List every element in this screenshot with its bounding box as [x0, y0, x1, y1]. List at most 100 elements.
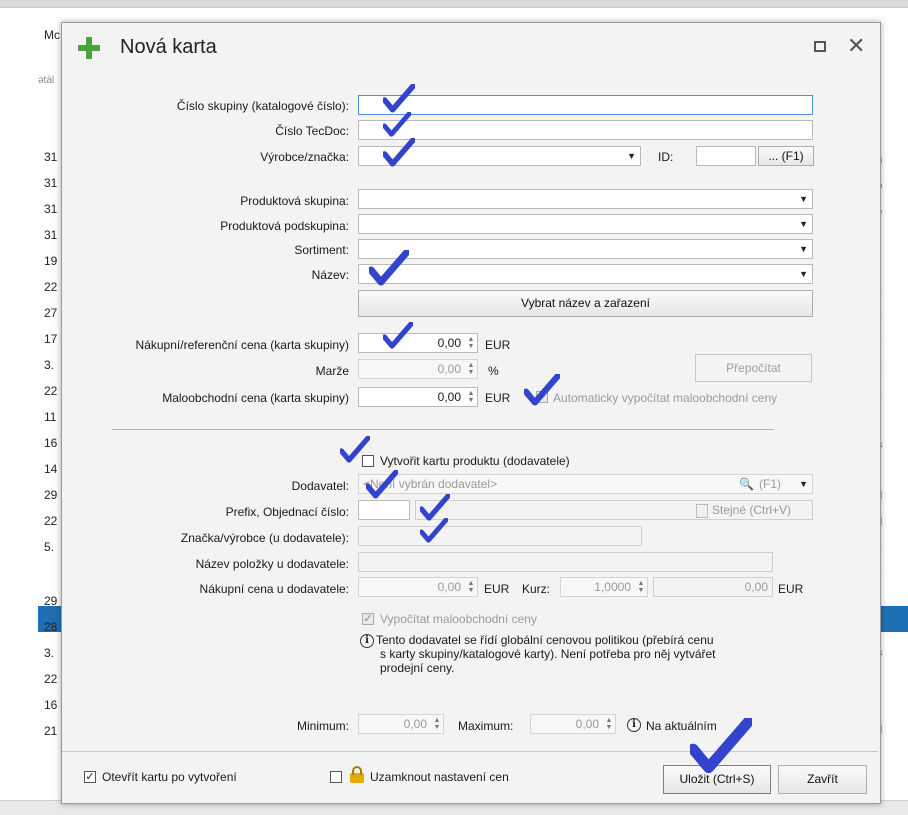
sortiment-label: Sortiment: [294, 243, 349, 257]
prefix-input[interactable] [358, 500, 410, 520]
uzamknout-label: Uzamknout nastavení cen [370, 770, 509, 784]
marze-value: 0,00 [437, 362, 461, 376]
background-cell: 29 [44, 594, 58, 608]
sortiment-combo[interactable]: ▼ [358, 239, 813, 259]
maloobchodni-cena-unit: EUR [485, 391, 511, 405]
search-icon[interactable]: 🔍 [739, 475, 754, 493]
app-top-bar [0, 0, 908, 8]
minimum-label: Minimum: [296, 719, 349, 733]
maximize-icon[interactable] [814, 41, 826, 52]
checkmark-annotation-icon [383, 112, 411, 137]
chevron-down-icon[interactable]: ▼ [799, 215, 808, 233]
spinner-icon[interactable]: ▲ ▼ [467, 336, 475, 350]
nazev-polozky-input[interactable] [358, 552, 773, 572]
uzamknout-checkbox[interactable] [330, 771, 342, 783]
marze-input[interactable]: 0,00 ▲ ▼ [358, 359, 478, 379]
nakupni-cena-unit: EUR [485, 338, 511, 352]
maximum-label: Maximum: [458, 719, 514, 733]
background-cell: 31 [44, 150, 58, 164]
checkmark-annotation-icon [366, 470, 398, 499]
checkmark-annotation-icon [524, 374, 560, 406]
background-cell: 28 [44, 620, 58, 634]
cislo-skupiny-label: Číslo skupiny (katalogové číslo): [176, 99, 349, 113]
kurz-label: Kurz: [522, 582, 551, 596]
checkmark-annotation-icon [340, 436, 370, 463]
spinner-icon[interactable]: ▲ ▼ [637, 580, 645, 594]
info-icon: i [627, 718, 641, 732]
background-cell: ətál [38, 75, 55, 86]
otevrit-kartu-checkbox[interactable]: ✓ [84, 771, 96, 783]
info-line-2: s karty skupiny/katalogové karty). Není … [380, 647, 716, 661]
znacka-dodavatele-input[interactable] [358, 526, 642, 546]
chevron-down-icon[interactable]: ▼ [799, 190, 808, 208]
produktova-skupina-combo[interactable]: ▼ [358, 189, 813, 209]
checkmark-annotation-icon [420, 518, 448, 543]
checkmark-annotation-icon [383, 138, 415, 167]
background-cell: 16 [44, 698, 58, 712]
background-cell: 27 [44, 568, 58, 582]
produktova-podskupina-combo[interactable]: ▼ [358, 214, 813, 234]
background-cell: 3. [44, 358, 55, 372]
objednaci-cislo-input[interactable]: Stejné (Ctrl+V) [415, 500, 813, 520]
background-cell: 22 [44, 514, 58, 528]
nazev-combo[interactable]: ▼ [358, 264, 813, 284]
spinner-icon[interactable]: ▲ ▼ [605, 717, 613, 731]
dialog-title: Nová karta [120, 36, 217, 58]
id-input[interactable] [696, 146, 756, 166]
stejne-button[interactable]: Stejné (Ctrl+V) [712, 501, 791, 519]
nazev-label: Název: [311, 268, 349, 282]
close-icon[interactable]: ✕ [847, 33, 865, 59]
spinner-icon[interactable]: ▲ ▼ [467, 580, 475, 594]
spinner-icon[interactable]: ▲ ▼ [467, 362, 475, 376]
checkmark-annotation-icon [383, 84, 415, 113]
maximum-input[interactable]: 0,00 ▲ ▼ [530, 714, 616, 734]
background-cell: 22 [44, 384, 58, 398]
background-cell: 21 [44, 724, 58, 738]
produktova-podskupina-label: Produktová podskupina: [220, 219, 349, 233]
new-card-dialog: Nová karta ✕ Číslo skupiny (katalogové č… [61, 22, 881, 804]
id-lookup-button[interactable]: ... (F1) [758, 146, 814, 166]
spinner-icon[interactable]: ▲ ▼ [433, 717, 441, 731]
nakupni-cena-dodavatele-value: 0,00 [437, 580, 461, 594]
maloobchodni-cena-value: 0,00 [437, 390, 461, 404]
vybrat-nazev-button[interactable]: Vybrat název a zařazení [358, 290, 813, 317]
spinner-icon[interactable]: ▲ ▼ [467, 390, 475, 404]
cislo-tecdoc-label: Číslo TecDoc: [275, 124, 349, 138]
nakupni-cena-dodavatele-input[interactable]: 0,00 ▲ ▼ [358, 577, 478, 597]
cislo-skupiny-input[interactable] [358, 95, 813, 115]
nakupni-cena-input[interactable]: 0,00 ▲ ▼ [358, 333, 478, 353]
maximum-value: 0,00 [575, 717, 599, 731]
chevron-down-icon[interactable]: ▼ [799, 475, 808, 493]
marze-unit: % [488, 364, 499, 378]
kurz-input[interactable]: 1,0000 ▲ ▼ [560, 577, 648, 597]
checkmark-annotation-icon [383, 322, 413, 349]
produktova-skupina-label: Produktová skupina: [240, 194, 349, 208]
minimum-input[interactable]: 0,00 ▲ ▼ [358, 714, 444, 734]
background-cell: 3. [44, 646, 55, 660]
background-cell: 14 [44, 462, 58, 476]
checkmark-annotation-icon [369, 250, 409, 286]
background-cell: 27 [44, 306, 58, 320]
checkmark-annotation-icon [420, 494, 450, 521]
chevron-down-icon[interactable]: ▼ [627, 147, 636, 165]
footer-divider [62, 751, 878, 752]
chevron-down-icon[interactable]: ▼ [799, 265, 808, 283]
background-cell: 22 [44, 672, 58, 686]
zavrit-button[interactable]: Zavřít [778, 765, 867, 794]
cislo-tecdoc-input[interactable] [358, 120, 813, 140]
znacka-dodavatele-label: Značka/výrobce (u dodavatele): [180, 531, 349, 545]
background-cell: 31 [44, 228, 58, 242]
converted-price-input[interactable]: 0,00 [653, 577, 773, 597]
converted-price-unit: EUR [778, 582, 804, 596]
maloobchodni-cena-input[interactable]: 0,00 ▲ ▼ [358, 387, 478, 407]
vytvorit-kartu-label: Vytvořit kartu produktu (dodavatele) [380, 454, 570, 468]
info-icon: i [360, 634, 374, 648]
nakupni-cena-value: 0,00 [437, 336, 461, 350]
section-divider [112, 429, 774, 430]
vypocitat-maloobchodni-checkbox[interactable]: ✓ [362, 613, 374, 625]
chevron-down-icon[interactable]: ▼ [799, 240, 808, 258]
prepocitat-button[interactable]: Přepočítat [695, 354, 812, 382]
background-cell: 22 [44, 280, 58, 294]
dodavatel-combo[interactable]: <Není vybrán dodavatel> 🔍 (F1) ▼ [358, 474, 813, 494]
checkmark-annotation-icon [690, 718, 752, 774]
